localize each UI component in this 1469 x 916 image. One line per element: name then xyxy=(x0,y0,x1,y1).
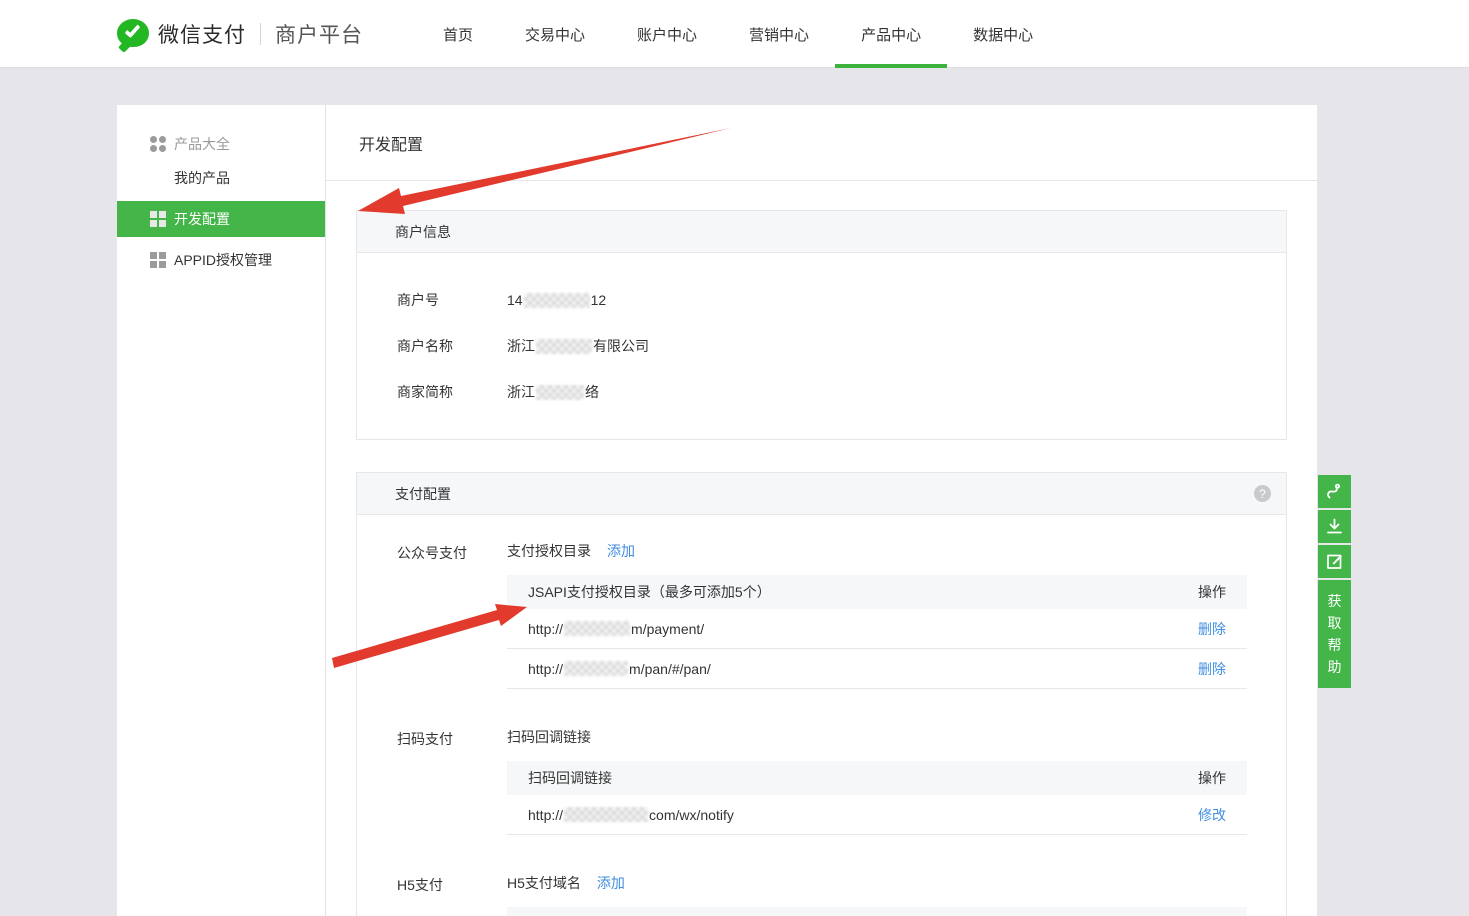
sidebar-item-appid-auth[interactable]: APPID授权管理 xyxy=(117,243,325,277)
h5-domain-label: H5支付域名 xyxy=(507,873,581,893)
table-header-row: H5支付域名（最多可添加5个） 操作 xyxy=(507,907,1247,916)
sidebar: 产品大全 我的产品 开发配置 APPID授权管理 xyxy=(117,105,325,916)
payment-config-header: 支付配置 ? xyxy=(357,473,1286,515)
h5-pay-group: H5支付 H5支付域名 添加 H5支付域名（最多可添加5个） 操作 xyxy=(397,873,1286,916)
table-header-action: 操作 xyxy=(1198,582,1226,602)
auth-dir-url: http://m/payment/ xyxy=(528,621,704,637)
page-title-row: 开发配置 xyxy=(326,105,1317,181)
brand-product: 商户平台 xyxy=(275,19,363,49)
merchant-id-value: 1412 xyxy=(507,292,606,308)
jsapi-auth-dir-label: 支付授权目录 xyxy=(507,541,591,561)
scan-callback-subrow: 扫码回调链接 xyxy=(507,727,1247,747)
merchant-shortname-row: 商家简称 浙江络 xyxy=(397,369,1256,415)
payment-config-section: 支付配置 ? 公众号支付 支付授权目录 添加 JSAPI支付授权目录（最多可添加 xyxy=(356,472,1287,916)
delete-link[interactable]: 删除 xyxy=(1198,659,1226,679)
merchant-shortname-value: 浙江络 xyxy=(507,382,599,402)
wechat-pay-merchant-platform: 微信支付 商户平台 首页 交易中心 账户中心 营销中心 产品中心 数据中心 产品… xyxy=(0,0,1469,916)
merchant-info-header: 商户信息 xyxy=(357,211,1286,253)
table-row: http://m/pan/#/pan/ 删除 xyxy=(507,649,1247,689)
h5-pay-label: H5支付 xyxy=(397,873,507,916)
auth-dir-url: http://m/pan/#/pan/ xyxy=(528,661,711,677)
jsapi-pay-group: 公众号支付 支付授权目录 添加 JSAPI支付授权目录（最多可添加5个） 操作 xyxy=(397,541,1286,689)
scan-pay-group: 扫码支付 扫码回调链接 扫码回调链接 操作 ht xyxy=(397,727,1286,835)
merchant-id-label: 商户号 xyxy=(397,290,507,310)
grid-dots-icon xyxy=(150,136,166,152)
logo[interactable]: 微信支付 商户平台 xyxy=(117,0,363,68)
censored-blur xyxy=(564,661,628,676)
censored-blur xyxy=(564,807,648,822)
get-help-label: 获取帮助 xyxy=(1328,590,1342,678)
table-header-action: 操作 xyxy=(1198,768,1226,788)
link-icon[interactable] xyxy=(1318,475,1351,508)
callback-url: http://com/wx/notify xyxy=(528,807,734,823)
merchant-name-label: 商户名称 xyxy=(397,336,507,356)
censored-blur xyxy=(536,385,584,400)
grid-icon xyxy=(150,211,166,227)
get-help-button[interactable]: 获取帮助 xyxy=(1318,580,1351,688)
top-header: 微信支付 商户平台 首页 交易中心 账户中心 营销中心 产品中心 数据中心 xyxy=(0,0,1469,68)
active-tab-underline xyxy=(835,64,947,68)
brand-name: 微信支付 xyxy=(158,19,246,49)
scan-pay-label: 扫码支付 xyxy=(397,727,507,835)
merchant-info-section: 商户信息 商户号 1412 商户名称 浙江有限公司 商家简称 xyxy=(356,210,1287,440)
modify-link[interactable]: 修改 xyxy=(1198,805,1226,825)
sidebar-item-product-catalog[interactable]: 产品大全 xyxy=(117,127,325,161)
scan-callback-label: 扫码回调链接 xyxy=(507,727,591,747)
sidebar-item-my-products[interactable]: 我的产品 xyxy=(117,161,325,195)
merchant-name-value: 浙江有限公司 xyxy=(507,336,649,356)
merchant-name-row: 商户名称 浙江有限公司 xyxy=(397,323,1256,369)
table-row: http://com/wx/notify 修改 xyxy=(507,795,1247,835)
table-row: http://m/payment/ 删除 xyxy=(507,609,1247,649)
table-header-row: 扫码回调链接 操作 xyxy=(507,761,1247,795)
table-header-row: JSAPI支付授权目录（最多可添加5个） 操作 xyxy=(507,575,1247,609)
censored-blur xyxy=(524,293,590,308)
edit-icon[interactable] xyxy=(1318,545,1351,578)
censored-blur xyxy=(536,339,592,354)
merchant-id-row: 商户号 1412 xyxy=(397,277,1256,323)
wechat-pay-logo-icon xyxy=(117,19,149,49)
merchant-info-body: 商户号 1412 商户名称 浙江有限公司 商家简称 浙江络 xyxy=(357,253,1286,439)
h5-domain-subrow: H5支付域名 添加 xyxy=(507,873,1247,893)
main-panel: 开发配置 商户信息 商户号 1412 商户名称 浙江有限公司 xyxy=(325,105,1317,916)
table-header-title: JSAPI支付授权目录（最多可添加5个） xyxy=(528,582,771,602)
scan-callback-table: 扫码回调链接 操作 http://com/wx/notify 修改 xyxy=(507,761,1247,835)
payment-config-body: 公众号支付 支付授权目录 添加 JSAPI支付授权目录（最多可添加5个） 操作 xyxy=(357,515,1286,916)
jsapi-auth-dir-subrow: 支付授权目录 添加 xyxy=(507,541,1247,561)
page-title: 开发配置 xyxy=(359,131,423,155)
add-auth-dir-link[interactable]: 添加 xyxy=(607,541,635,561)
grid-icon xyxy=(150,252,166,268)
nav-item-transaction-center[interactable]: 交易中心 xyxy=(499,0,611,68)
download-icon[interactable] xyxy=(1318,510,1351,543)
jsapi-auth-dir-table: JSAPI支付授权目录（最多可添加5个） 操作 http://m/payment… xyxy=(507,575,1247,689)
merchant-shortname-label: 商家简称 xyxy=(397,382,507,402)
nav-item-home[interactable]: 首页 xyxy=(417,0,499,68)
nav-item-marketing-center[interactable]: 营销中心 xyxy=(723,0,835,68)
h5-domain-table: H5支付域名（最多可添加5个） 操作 dia.com 删除 xyxy=(507,907,1247,916)
censored-blur xyxy=(564,621,630,636)
top-nav: 首页 交易中心 账户中心 营销中心 产品中心 数据中心 xyxy=(417,0,1059,68)
delete-link[interactable]: 删除 xyxy=(1198,619,1226,639)
question-icon[interactable]: ? xyxy=(1254,485,1271,502)
sidebar-item-dev-config[interactable]: 开发配置 xyxy=(117,201,325,237)
float-toolbar: 获取帮助 xyxy=(1318,475,1351,688)
nav-item-data-center[interactable]: 数据中心 xyxy=(947,0,1059,68)
nav-item-product-center[interactable]: 产品中心 xyxy=(835,0,947,68)
nav-item-account-center[interactable]: 账户中心 xyxy=(611,0,723,68)
add-h5-domain-link[interactable]: 添加 xyxy=(597,873,625,893)
jsapi-pay-label: 公众号支付 xyxy=(397,541,507,689)
brand-divider xyxy=(260,23,261,45)
table-header-title: 扫码回调链接 xyxy=(528,768,612,788)
